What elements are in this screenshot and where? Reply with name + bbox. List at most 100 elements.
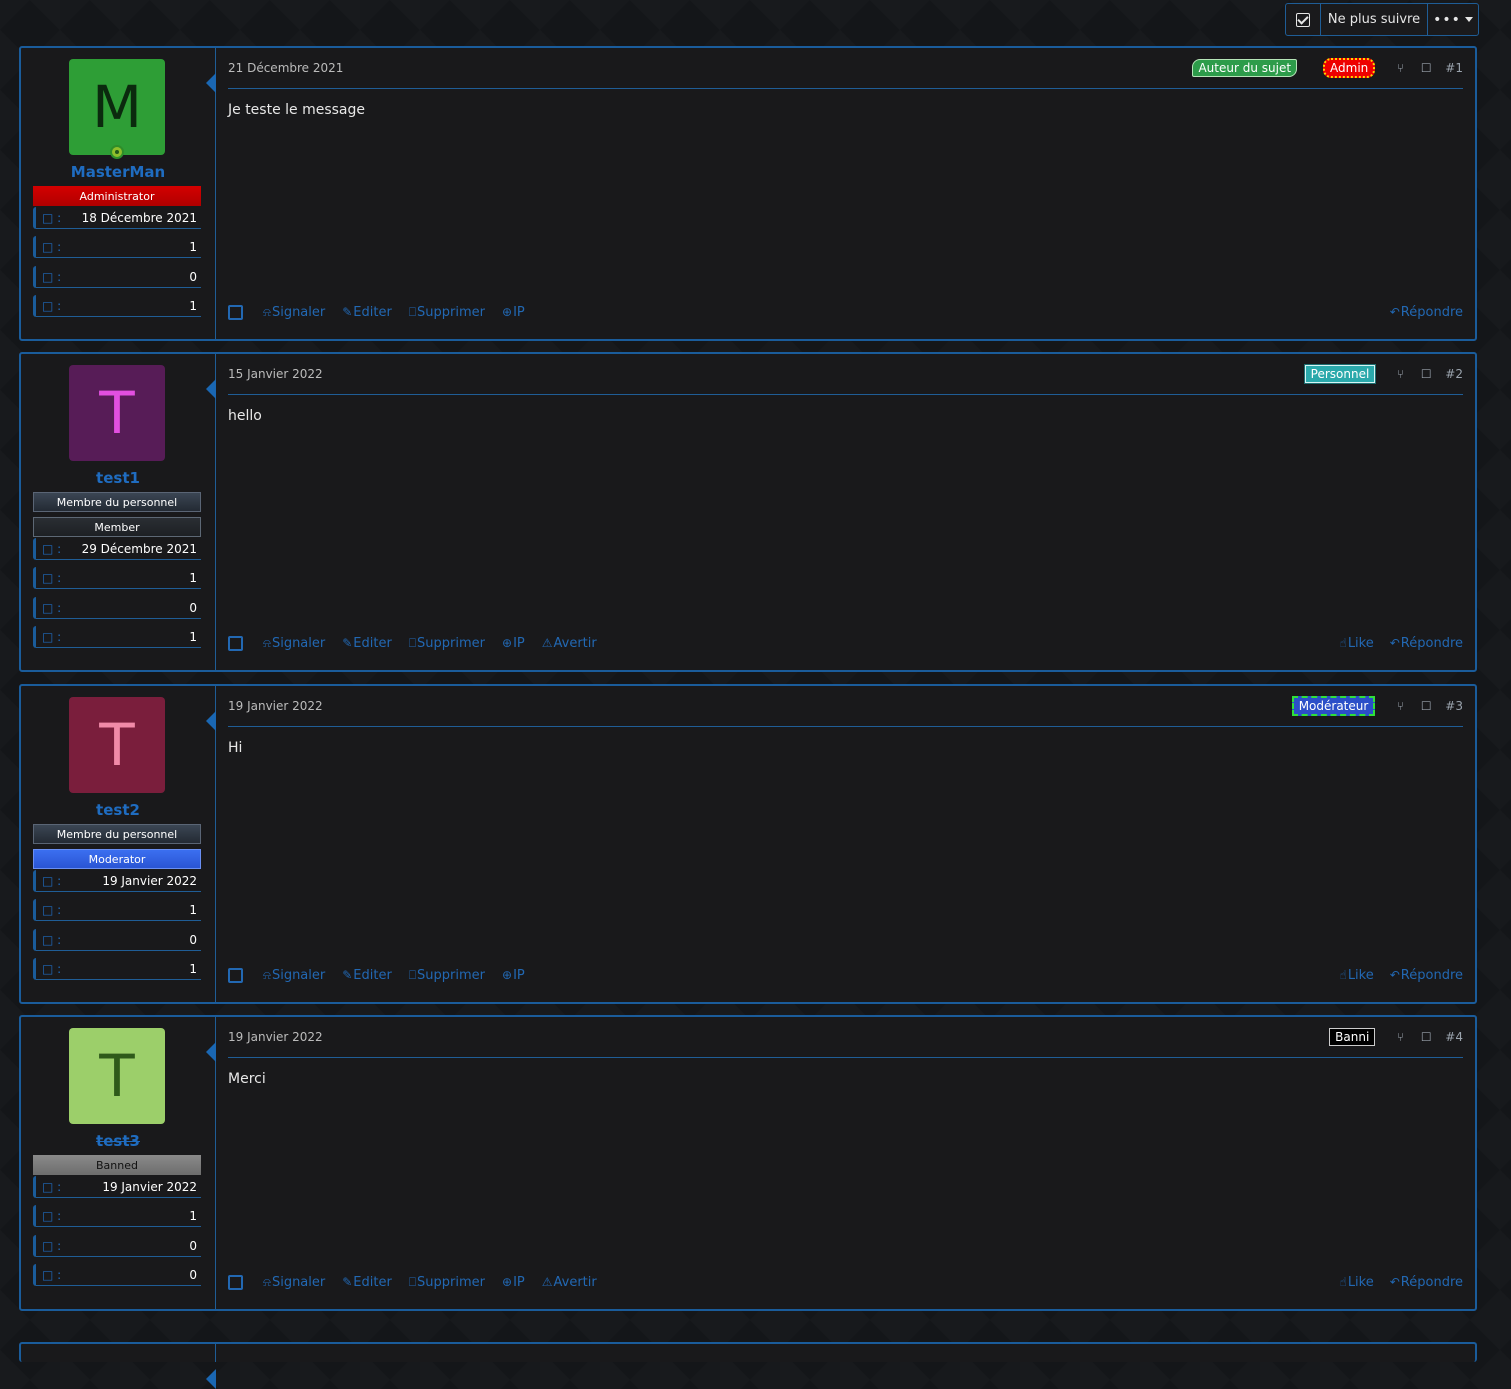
delete-link[interactable]: ⎕ Supprimer [409, 1275, 485, 1290]
ip-link[interactable]: ⊕ IP [502, 968, 525, 983]
edit-link[interactable]: ✎ Editer [342, 968, 392, 983]
trophy-icon: □ : [42, 961, 62, 976]
edit-link[interactable]: ✎ Editer [342, 305, 392, 320]
user-info-panel: T test2 Membre du personnel Moderator □ :… [21, 686, 216, 1002]
post-content: 15 Janvier 2022 Personnel ⑂ ☐ #2 hello ⍾… [216, 354, 1475, 670]
like-link[interactable]: ☝ Like [1340, 1275, 1374, 1290]
bookmark-icon[interactable]: ☐ [1413, 61, 1439, 75]
reply-icon: ↶ [1389, 1275, 1400, 1289]
select-thread-checkbox[interactable] [1286, 4, 1321, 35]
report-link[interactable]: ⍾ Signaler [263, 1275, 325, 1290]
select-post-checkbox[interactable] [228, 1274, 243, 1290]
more-options-button[interactable]: ••• [1428, 4, 1478, 35]
reply-link[interactable]: ↶ Répondre [1390, 305, 1463, 320]
share-icon[interactable]: ⑂ [1387, 1030, 1413, 1044]
message-count: □ :1 [33, 1205, 201, 1227]
trash-icon: ⎕ [408, 967, 417, 982]
delete-link[interactable]: ⎕ Supprimer [409, 636, 485, 651]
post-actions: ⍾ Signaler ✎ Editer ⎕ Supprimer ⊕ IP ⚠ Avertir ☝ L… [228, 1273, 1463, 1291]
trophy-icon: □ : [42, 1267, 62, 1282]
post-date[interactable]: 15 Janvier 2022 [228, 367, 323, 381]
post-header-actions: Banni ⑂ ☐ #4 [1329, 1028, 1463, 1046]
post-actions: ⍾ Signaler ✎ Editer ⎕ Supprimer ⊕ IP ☝ Like ↶ Répo… [228, 966, 1463, 984]
username-link[interactable]: test1 [21, 469, 215, 487]
unfollow-button[interactable]: Ne plus suivre [1321, 4, 1428, 35]
bookmark-icon[interactable]: ☐ [1413, 1030, 1439, 1044]
delete-link[interactable]: ⎕ Supprimer [409, 305, 485, 320]
warning-icon: ⚠ [541, 1275, 553, 1289]
post-date[interactable]: 21 Décembre 2021 [228, 61, 343, 75]
edit-link[interactable]: ✎ Editer [342, 1275, 392, 1290]
select-post-checkbox[interactable] [228, 304, 243, 320]
message-count: □ :1 [33, 236, 201, 258]
bookmark-icon[interactable]: ☐ [1413, 367, 1439, 381]
message-count: □ :1 [33, 567, 201, 589]
avatar[interactable]: T [69, 365, 165, 461]
post-number-link[interactable]: #3 [1445, 699, 1463, 713]
pencil-icon: ✎ [342, 1275, 353, 1289]
calendar-icon: □ : [42, 1179, 62, 1194]
joined-date: □ :19 Janvier 2022 [33, 870, 201, 892]
ip-link[interactable]: ⊕ IP [502, 1275, 525, 1290]
username-link[interactable]: test3 [21, 1132, 215, 1150]
pencil-icon: ✎ [342, 968, 353, 982]
report-link[interactable]: ⍾ Signaler [263, 968, 325, 983]
ip-link[interactable]: ⊕ IP [502, 636, 525, 651]
edit-link[interactable]: ✎ Editer [342, 636, 392, 651]
bookmark-icon[interactable]: ☐ [1413, 699, 1439, 713]
chevron-down-icon [1464, 17, 1473, 22]
post-date[interactable]: 19 Janvier 2022 [228, 699, 323, 713]
reply-link[interactable]: ↶ Répondre [1390, 1275, 1463, 1290]
avatar[interactable]: T [69, 697, 165, 793]
thumbs-up-icon: □ : [42, 1238, 62, 1253]
post-date[interactable]: 19 Janvier 2022 [228, 1030, 323, 1044]
post-content: 19 Janvier 2022 Banni ⑂ ☐ #4 Merci ⍾ Sign… [216, 1017, 1475, 1309]
post-header: 21 Décembre 2021 Auteur du sujet Admin ⑂ … [228, 48, 1463, 89]
like-count: □ :0 [33, 1235, 201, 1257]
post-header: 19 Janvier 2022 Banni ⑂ ☐ #4 [228, 1017, 1463, 1058]
joined-date: □ :19 Janvier 2022 [33, 1176, 201, 1198]
user-title-banner: Membre du personnel [33, 492, 201, 512]
select-post-checkbox[interactable] [228, 967, 243, 983]
post-number-link[interactable]: #4 [1445, 1030, 1463, 1044]
like-link[interactable]: ☝ Like [1340, 636, 1374, 651]
warn-link[interactable]: ⚠ Avertir [542, 1275, 597, 1290]
reply-link[interactable]: ↶ Répondre [1390, 968, 1463, 983]
reply-link[interactable]: ↶ Répondre [1390, 636, 1463, 651]
thumbs-up-icon: □ : [42, 932, 62, 947]
delete-link[interactable]: ⎕ Supprimer [409, 968, 485, 983]
globe-icon: ⊕ [502, 305, 513, 319]
avatar[interactable]: M [69, 59, 165, 155]
avatar[interactable]: T [69, 1028, 165, 1124]
username-link[interactable]: test2 [21, 801, 215, 819]
user-badge: Modérateur [1291, 696, 1376, 716]
share-icon[interactable]: ⑂ [1387, 699, 1413, 713]
share-icon[interactable]: ⑂ [1387, 367, 1413, 381]
warn-link[interactable]: ⚠ Avertir [542, 636, 597, 651]
report-link[interactable]: ⍾ Signaler [263, 636, 325, 651]
calendar-icon: □ : [42, 541, 62, 556]
calendar-icon: □ : [42, 210, 62, 225]
like-link[interactable]: ☝ Like [1340, 968, 1374, 983]
post-actions: ⍾ Signaler ✎ Editer ⎕ Supprimer ⊕ IP ⚠ Avertir ☝ L… [228, 634, 1463, 652]
user-info-panel [21, 1344, 216, 1389]
trash-icon: ⎕ [408, 1274, 417, 1289]
joined-date: □ :18 Décembre 2021 [33, 207, 201, 229]
like-count: □ :0 [33, 266, 201, 288]
warning-icon: ⚠ [541, 636, 553, 650]
select-post-checkbox[interactable] [228, 635, 243, 651]
post-number-link[interactable]: #2 [1445, 367, 1463, 381]
user-badge: Admin [1323, 58, 1376, 78]
post-number-link[interactable]: #1 [1445, 61, 1463, 75]
checkbox-icon [1296, 12, 1310, 27]
post-message: Hi [228, 740, 243, 756]
username-link[interactable]: MasterMan [21, 163, 215, 181]
post-content: 19 Janvier 2022 Modérateur ⑂ ☐ #3 Hi ⍾ Si… [216, 686, 1475, 1002]
post-actions: ⍾ Signaler ✎ Editer ⎕ Supprimer ⊕ IP ↶ Répondre [228, 303, 1463, 321]
joined-date: □ :29 Décembre 2021 [33, 538, 201, 560]
thumbs-up-icon: ☝ [1339, 1275, 1347, 1289]
share-icon[interactable]: ⑂ [1387, 61, 1413, 75]
ip-link[interactable]: ⊕ IP [502, 305, 525, 320]
report-link[interactable]: ⍾ Signaler [263, 305, 325, 320]
thumbs-up-icon: ☝ [1339, 636, 1347, 650]
